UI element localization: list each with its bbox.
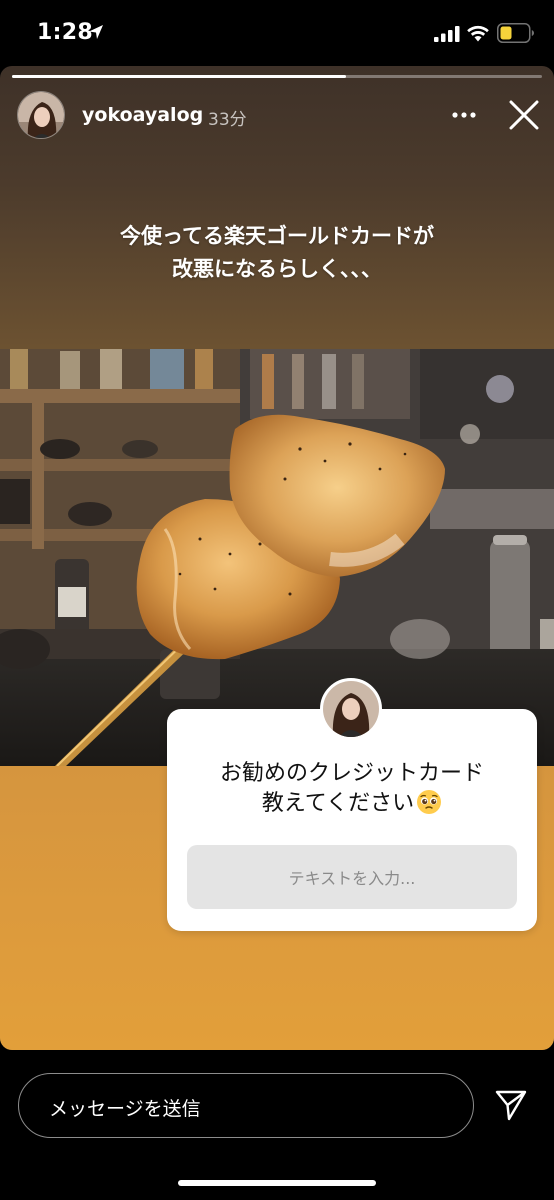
question-line-2-wrap: 教えてください	[167, 789, 537, 819]
paper-plane-icon[interactable]	[494, 1088, 528, 1122]
status-time: 1:28	[37, 20, 93, 45]
status-bar: 1:28	[0, 0, 554, 66]
location-arrow-icon	[89, 25, 103, 39]
pleading-face-emoji-icon	[417, 790, 442, 814]
cellular-signal-icon	[434, 26, 460, 42]
question-line-1: お勧めのクレジットカード	[219, 761, 484, 786]
story-caption: 今使ってる楽天ゴールドカードが 改悪になるらしく、、、	[0, 220, 554, 286]
close-icon[interactable]	[508, 99, 540, 131]
question-sticker-avatar	[320, 678, 382, 740]
question-text: お勧めのクレジットカード 教えてください	[167, 759, 537, 819]
story-progress-bar	[12, 75, 542, 78]
caption-line-1: 今使ってる楽天ゴールドカードが	[120, 224, 434, 248]
caption-line-2: 改悪になるらしく、、、	[172, 257, 382, 281]
home-indicator[interactable]	[178, 1180, 376, 1186]
story-username[interactable]: yokoayalog	[82, 104, 203, 126]
send-message-field[interactable]: メッセージを送信	[18, 1073, 474, 1138]
profile-avatar[interactable]	[17, 91, 65, 139]
send-message-placeholder: メッセージを送信	[49, 1098, 201, 1120]
question-sticker[interactable]: お勧めのクレジットカード 教えてください テキストを入力...	[167, 709, 537, 931]
question-line-2: 教えてください	[261, 791, 415, 816]
story-progress-fill	[12, 75, 346, 78]
story-timestamp: 33分	[208, 110, 247, 130]
yakitori-photo-image	[0, 349, 554, 766]
story-photo	[0, 349, 554, 766]
more-options-icon[interactable]	[450, 106, 478, 124]
battery-icon	[497, 23, 534, 43]
story-container[interactable]: yokoayalog 33分 今使ってる楽天ゴールドカードが 改悪になるらしく、…	[0, 66, 554, 1050]
question-answer-input[interactable]: テキストを入力...	[187, 845, 517, 909]
wifi-icon	[467, 25, 489, 42]
